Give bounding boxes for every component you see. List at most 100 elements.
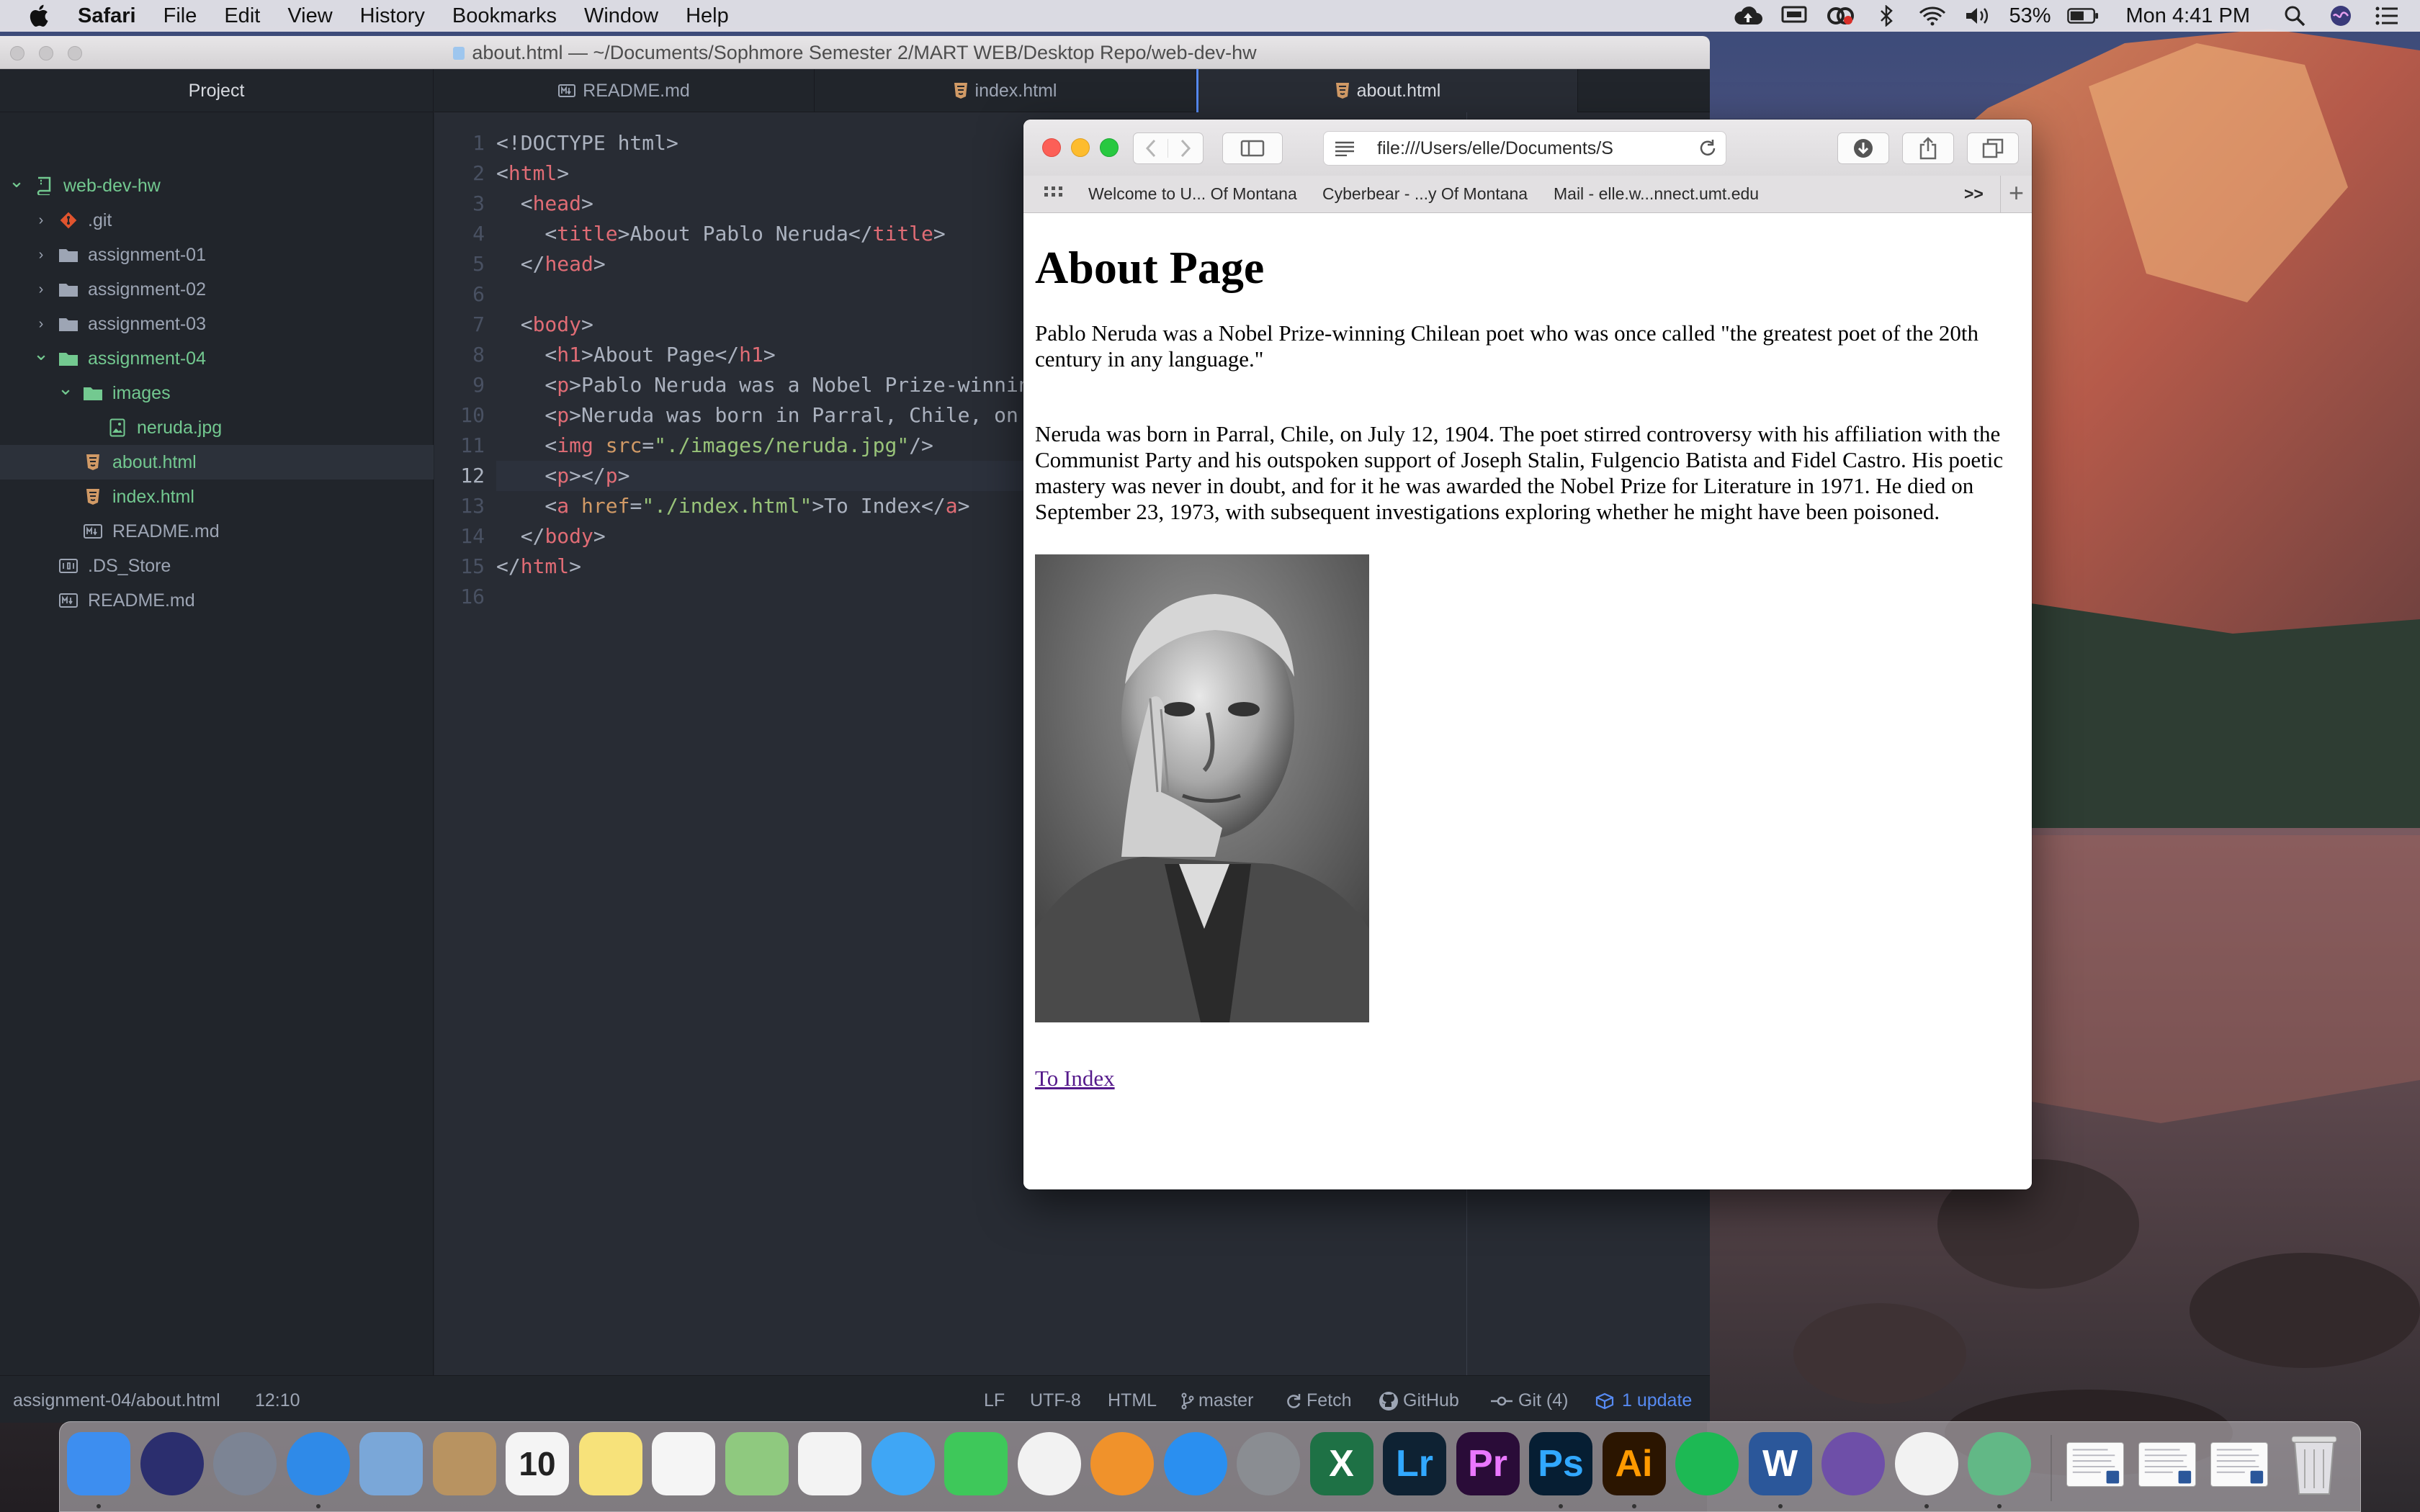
back-button[interactable] bbox=[1134, 139, 1168, 158]
status-line-ending[interactable]: LF bbox=[984, 1390, 1005, 1411]
photoshop-icon[interactable]: Ps bbox=[1529, 1432, 1592, 1495]
tree-item-index-html[interactable]: index.html bbox=[0, 480, 434, 514]
spotlight-search-icon[interactable] bbox=[2279, 4, 2311, 27]
creative-cloud-icon[interactable] bbox=[1824, 4, 1856, 27]
lightroom-icon[interactable]: Lr bbox=[1383, 1432, 1446, 1495]
status-git[interactable]: Git (4) bbox=[1491, 1390, 1568, 1411]
reader-mode-icon[interactable] bbox=[1334, 140, 1355, 156]
status-grammar[interactable]: HTML bbox=[1108, 1390, 1157, 1411]
status-encoding[interactable]: UTF-8 bbox=[1030, 1390, 1081, 1411]
messages-icon[interactable] bbox=[871, 1432, 935, 1495]
airplay-display-icon[interactable] bbox=[1778, 4, 1810, 27]
favorite-link-2[interactable]: Cyberbear - ...y Of Montana bbox=[1322, 184, 1528, 204]
finder-icon[interactable] bbox=[67, 1432, 130, 1495]
tree-item-web-dev-hw[interactable]: ⌄ web-dev-hw bbox=[0, 168, 434, 203]
menu-window[interactable]: Window bbox=[584, 4, 658, 28]
document-thumbnail-icon[interactable] bbox=[2138, 1442, 2196, 1487]
menu-bookmarks[interactable]: Bookmarks bbox=[452, 4, 557, 28]
atom-title-bar[interactable]: about.html — ~/Documents/Sophmore Semest… bbox=[0, 36, 1710, 69]
more-favorites-icon[interactable]: >> bbox=[1964, 184, 1984, 204]
status-cursor-position[interactable]: 12:10 bbox=[255, 1390, 300, 1411]
bluetooth-icon[interactable] bbox=[1870, 4, 1902, 27]
reminders-icon[interactable] bbox=[652, 1432, 715, 1495]
app-store-icon[interactable] bbox=[1163, 1432, 1227, 1495]
favorite-link-1[interactable]: Welcome to U... Of Montana bbox=[1088, 184, 1297, 204]
github-desktop-icon[interactable] bbox=[1821, 1432, 1885, 1495]
spotify-icon[interactable] bbox=[1675, 1432, 1739, 1495]
tab-index-html[interactable]: index.html bbox=[815, 69, 1196, 112]
safari-toolbar[interactable]: file:///Users/elle/Documents/S bbox=[1023, 120, 2032, 176]
system-preferences-icon[interactable] bbox=[1237, 1432, 1300, 1495]
forward-button[interactable] bbox=[1168, 139, 1203, 158]
menu-history[interactable]: History bbox=[360, 4, 425, 28]
contacts-icon[interactable] bbox=[432, 1432, 496, 1495]
launchpad-icon[interactable] bbox=[213, 1432, 277, 1495]
reload-icon[interactable] bbox=[1698, 138, 1717, 158]
siri-icon[interactable] bbox=[140, 1432, 204, 1495]
document-proxy-icon[interactable] bbox=[453, 47, 465, 60]
photos-icon[interactable] bbox=[798, 1432, 861, 1495]
new-tab-plus-icon[interactable]: + bbox=[2000, 176, 2032, 213]
tree-item-git[interactable]: › .git bbox=[0, 203, 434, 238]
tree-item-images[interactable]: ⌄ images bbox=[0, 376, 434, 410]
address-bar[interactable]: file:///Users/elle/Documents/S bbox=[1323, 131, 1726, 166]
favorite-link-3[interactable]: Mail - elle.w...nnect.umt.edu bbox=[1554, 184, 1759, 204]
chevron-right-icon[interactable]: › bbox=[33, 212, 49, 229]
sidebar-toggle-button[interactable] bbox=[1222, 132, 1283, 164]
trash-icon[interactable] bbox=[2282, 1432, 2346, 1495]
calendar-icon[interactable]: 10 bbox=[506, 1432, 569, 1495]
minimize-window-button[interactable] bbox=[1071, 138, 1090, 157]
zoom-window-button[interactable] bbox=[1100, 138, 1119, 157]
premiere-icon[interactable]: Pr bbox=[1456, 1432, 1520, 1495]
show-tabs-button[interactable] bbox=[1967, 132, 2019, 164]
tree-item-readme-md[interactable]: README.md bbox=[0, 583, 434, 618]
status-file-path[interactable]: assignment-04/about.html bbox=[13, 1390, 220, 1411]
to-index-link[interactable]: To Index bbox=[1035, 1066, 1115, 1092]
volume-icon[interactable] bbox=[1963, 4, 1994, 27]
chevron-down-icon[interactable]: ⌄ bbox=[58, 377, 73, 400]
chevron-right-icon[interactable]: › bbox=[33, 316, 49, 333]
facetime-icon[interactable] bbox=[944, 1432, 1008, 1495]
atom-icon[interactable] bbox=[1968, 1432, 2031, 1495]
menu-clock[interactable]: Mon 4:41 PM bbox=[2126, 4, 2250, 28]
tree-item-readme-md[interactable]: README.md bbox=[0, 514, 434, 549]
wifi-icon[interactable] bbox=[1917, 4, 1948, 27]
chrome-icon[interactable] bbox=[1894, 1432, 1958, 1495]
notes-icon[interactable] bbox=[578, 1432, 642, 1495]
chevron-right-icon[interactable]: › bbox=[33, 247, 49, 264]
tab-readme[interactable]: README.md bbox=[434, 69, 815, 112]
mail-icon[interactable] bbox=[359, 1432, 423, 1495]
tree-item-assignment-03[interactable]: › assignment-03 bbox=[0, 307, 434, 341]
menu-help[interactable]: Help bbox=[686, 4, 729, 28]
status-github[interactable]: GitHub bbox=[1379, 1390, 1459, 1411]
chevron-down-icon[interactable]: ⌄ bbox=[9, 170, 24, 192]
safari-icon[interactable] bbox=[286, 1432, 350, 1495]
share-button[interactable] bbox=[1902, 132, 1954, 164]
downloads-button[interactable] bbox=[1837, 132, 1889, 164]
chevron-right-icon[interactable]: › bbox=[33, 282, 49, 298]
tree-item-ds-store[interactable]: .DS_Store bbox=[0, 549, 434, 583]
menu-view[interactable]: View bbox=[287, 4, 332, 28]
document-thumbnail-icon[interactable] bbox=[2210, 1442, 2268, 1487]
itunes-icon[interactable] bbox=[1017, 1432, 1081, 1495]
menu-edit[interactable]: Edit bbox=[224, 4, 260, 28]
maps-icon[interactable] bbox=[725, 1432, 789, 1495]
tree-item-about-html[interactable]: about.html bbox=[0, 445, 434, 480]
chevron-down-icon[interactable]: ⌄ bbox=[33, 343, 49, 365]
tab-about-html[interactable]: about.html bbox=[1196, 69, 1578, 112]
siri-menu-icon[interactable] bbox=[2325, 4, 2357, 27]
status-branch[interactable]: master bbox=[1181, 1390, 1253, 1411]
grid-icon[interactable] bbox=[1044, 184, 1064, 204]
menu-file[interactable]: File bbox=[163, 4, 197, 28]
close-window-button[interactable] bbox=[1042, 138, 1061, 157]
tree-item-assignment-02[interactable]: › assignment-02 bbox=[0, 272, 434, 307]
excel-icon[interactable]: X bbox=[1309, 1432, 1373, 1495]
tree-item-assignment-04[interactable]: ⌄ assignment-04 bbox=[0, 341, 434, 376]
cloud-upload-icon[interactable] bbox=[1732, 4, 1764, 27]
status-fetch[interactable]: Fetch bbox=[1285, 1390, 1352, 1411]
status-update[interactable]: 1 update bbox=[1595, 1390, 1692, 1411]
notification-center-icon[interactable] bbox=[2371, 4, 2403, 27]
tree-item-assignment-01[interactable]: › assignment-01 bbox=[0, 238, 434, 272]
ibooks-icon[interactable] bbox=[1090, 1432, 1154, 1495]
illustrator-icon[interactable]: Ai bbox=[1602, 1432, 1666, 1495]
